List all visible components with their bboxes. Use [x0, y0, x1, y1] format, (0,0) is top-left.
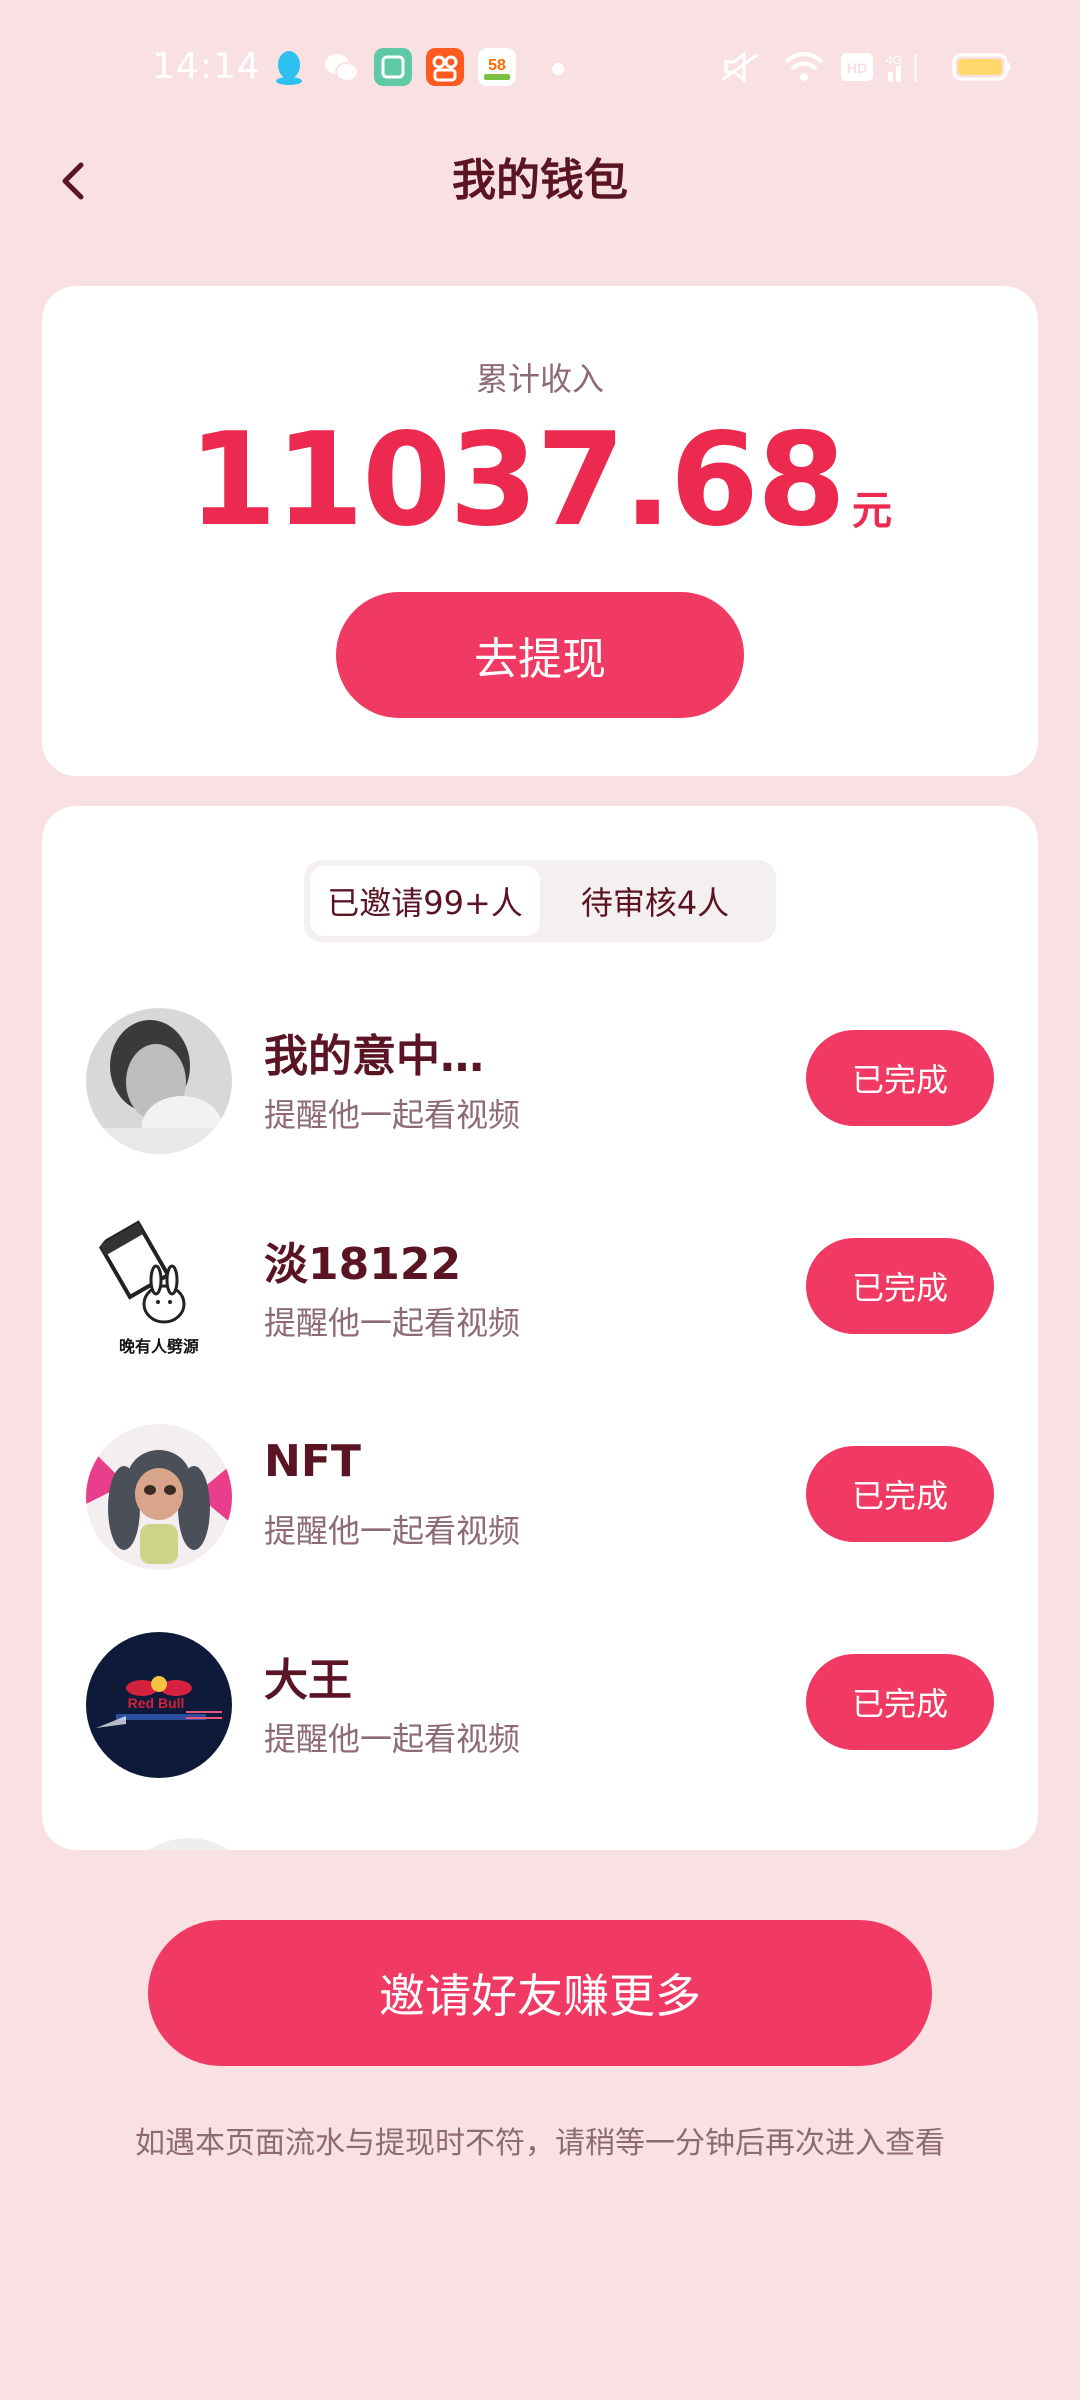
invite-friends-button[interactable]: 邀请好友赚更多 — [148, 1920, 932, 2066]
kuaishou-icon — [426, 48, 464, 86]
status-time: 14:14 — [152, 46, 261, 87]
invitee-reminder: 提醒他一起看视频 — [264, 1304, 521, 1342]
more-notifications-dot — [552, 63, 564, 75]
income-card: 累计收入 11037.68 元 去提现 — [42, 286, 1038, 776]
invitee-name: 我的意中… — [264, 1031, 484, 1082]
hd-icon: HD — [841, 53, 873, 81]
svg-text:晚有人劈源: 晚有人劈源 — [119, 1337, 199, 1356]
amount-row: 11037.68 元 — [42, 406, 1038, 555]
svg-text:4G: 4G — [886, 53, 902, 67]
svg-text:HD: HD — [847, 60, 867, 76]
list-item: 我的意中… 提醒他一起看视频 已完成 — [42, 986, 1038, 1194]
invitee-name: 大王 — [264, 1655, 352, 1706]
income-unit: 元 — [852, 488, 893, 534]
invitee-reminder: 提醒他一起看视频 — [264, 1720, 521, 1758]
avatar: Red Bull — [86, 1632, 232, 1778]
bw-portrait-avatar — [86, 1008, 232, 1154]
avatar — [86, 1008, 232, 1154]
avatar — [116, 1838, 262, 1850]
completed-button[interactable]: 已完成 — [806, 1030, 994, 1126]
tab-invited[interactable]: 已邀请99+人 — [310, 866, 540, 936]
income-label: 累计收入 — [475, 360, 604, 398]
tab-pending-review[interactable]: 待审核4人 — [540, 866, 770, 936]
battery-icon — [952, 53, 1010, 81]
qq-icon — [276, 51, 302, 85]
invite-card: 已邀请99+人 待审核4人 我的意中… 提醒他一起看视频 已完成 晚有人劈源 淡… — [42, 806, 1038, 1850]
3d-girl-avatar — [86, 1424, 232, 1570]
invitee-reminder: 提醒他一起看视频 — [264, 1512, 521, 1550]
status-bar: 14:14 58 HD 4G — [0, 0, 1080, 136]
wifi-icon — [784, 52, 824, 81]
list-item: NFT 提醒他一起看视频 已完成 — [42, 1402, 1038, 1610]
wechat-icon — [325, 54, 359, 82]
invite-tabs: 已邀请99+人 待审核4人 — [304, 860, 776, 942]
refresh-note: 如遇本页面流水与提现时不符，请稍等一分钟后再次进入查看 — [135, 2126, 945, 2161]
cartoon-rabbit-avatar: 晚有人劈源 — [86, 1216, 232, 1362]
completed-button[interactable]: 已完成 — [806, 1238, 994, 1334]
invitee-reminder: 提醒他一起看视频 — [264, 1096, 521, 1134]
list-item: 晚有人劈源 淡18122 提醒他一起看视频 已完成 — [42, 1194, 1038, 1402]
page-title: 我的钱包 — [452, 155, 628, 206]
svg-text:58: 58 — [488, 57, 506, 74]
app-58-icon: 58 — [478, 48, 516, 86]
list-item: Red Bull 大王 提醒他一起看视频 已完成 — [42, 1610, 1038, 1818]
red-bull-avatar: Red Bull — [86, 1632, 232, 1778]
invitee-name: NFT — [264, 1436, 361, 1487]
gallery-app-icon — [374, 48, 412, 86]
completed-button[interactable]: 已完成 — [806, 1654, 994, 1750]
mute-icon — [721, 50, 759, 84]
invitee-name: 淡18122 — [264, 1239, 462, 1290]
signal-icon: 4G — [886, 53, 917, 82]
svg-text:Red Bull: Red Bull — [128, 1695, 185, 1711]
completed-button[interactable]: 已完成 — [806, 1446, 994, 1542]
header: 我的钱包 — [0, 136, 1080, 256]
avatar: 晚有人劈源 — [86, 1216, 232, 1362]
income-amount: 11037.68 — [187, 406, 846, 555]
withdraw-button[interactable]: 去提现 — [336, 592, 744, 718]
avatar — [86, 1424, 232, 1570]
